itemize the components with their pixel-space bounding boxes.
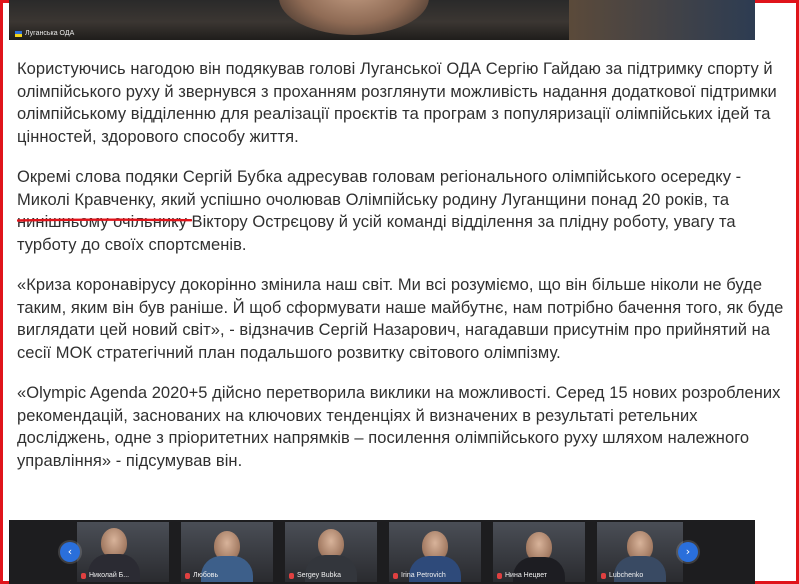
- participant-name-label: Lubchenko: [601, 572, 643, 579]
- mic-muted-icon: [497, 572, 502, 579]
- article-paragraph-1: Користуючись нагодою він подякував голов…: [17, 60, 777, 146]
- participant-name-label: Irina Petrovich: [393, 572, 446, 579]
- handdrawn-underline: [17, 218, 192, 222]
- video-caption: Луганська ОДА: [15, 30, 74, 37]
- top-video-thumbnail: Луганська ОДА: [9, 0, 755, 40]
- flag-icon: [15, 30, 22, 37]
- background-screen: [569, 0, 755, 40]
- speaker-figure: [279, 0, 429, 35]
- mic-muted-icon: [393, 572, 398, 579]
- participant-tile[interactable]: Sergey Bubka: [285, 522, 377, 582]
- gallery-prev-button[interactable]: ‹: [60, 542, 80, 562]
- article-paragraph-4: «Olympic Agenda 2020+5 дійсно перетворил…: [17, 384, 781, 470]
- participant-name-label: Любовь: [185, 572, 218, 579]
- participants-gallery: Николай Б... Любовь Sergey Bubka Irina P…: [9, 520, 755, 584]
- mic-muted-icon: [289, 572, 294, 579]
- participant-tile[interactable]: Николай Б...: [77, 522, 169, 582]
- participant-tile[interactable]: Irina Petrovich: [389, 522, 481, 582]
- participant-tile[interactable]: Нина Нецвет: [493, 522, 585, 582]
- chevron-left-icon: ‹: [67, 545, 73, 558]
- participant-name-label: Нина Нецвет: [497, 572, 547, 579]
- gallery-next-button[interactable]: ›: [678, 542, 698, 562]
- mic-muted-icon: [185, 572, 190, 579]
- chevron-right-icon: ›: [685, 545, 691, 558]
- article-paragraph-2: Окремі слова подяки Сергій Бубка адресув…: [17, 168, 742, 254]
- participant-name-label: Sergey Bubka: [289, 572, 341, 579]
- article-paragraph-3: «Криза коронавірусу докорінно змінила на…: [17, 276, 784, 362]
- participant-tile[interactable]: Lubchenko: [597, 522, 683, 582]
- mic-muted-icon: [601, 572, 606, 579]
- mic-muted-icon: [81, 572, 86, 579]
- video-caption-text: Луганська ОДА: [25, 30, 75, 37]
- article-body: Користуючись нагодою він подякував голов…: [17, 58, 787, 490]
- participant-name-label: Николай Б...: [81, 572, 129, 579]
- participant-tile[interactable]: Любовь: [181, 522, 273, 582]
